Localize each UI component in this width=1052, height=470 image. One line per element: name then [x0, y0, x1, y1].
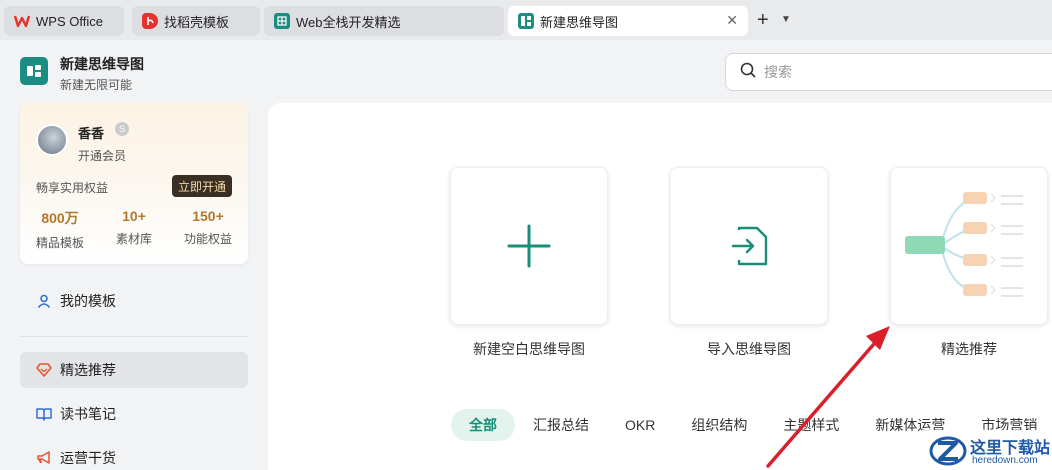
left-sidebar: 新建思维导图 新建无限可能 香香 S 开通会员 畅享实用权益 立即开通 800万…	[0, 40, 268, 470]
sidebar-item-featured[interactable]: 精选推荐	[20, 352, 248, 388]
stat-label: 精品模板	[35, 236, 84, 250]
featured-template-card[interactable]	[890, 167, 1048, 325]
stat-label: 功能权益	[183, 232, 232, 246]
sidebar-item-label: 运营干货	[60, 450, 116, 466]
sidebar-item-label: 精选推荐	[60, 362, 116, 378]
mindmap-app-logo-icon	[20, 57, 48, 85]
stat-benefits[interactable]: 150+ 功能权益	[173, 208, 243, 247]
search-input[interactable]	[764, 64, 1024, 80]
megaphone-icon	[36, 450, 52, 466]
benefit-text: 畅享实用权益	[36, 181, 109, 195]
tab-label: 找稻壳模板	[164, 14, 230, 30]
watermark-logo-icon	[929, 436, 967, 466]
wps-logo-icon	[14, 13, 30, 29]
card-label: 新建空白思维导图	[473, 341, 585, 357]
card-label: 精选推荐	[941, 341, 997, 357]
import-file-icon	[731, 226, 768, 266]
import-mindmap-card[interactable]	[670, 167, 828, 325]
member-badge-icon: S	[115, 122, 129, 136]
tab-docer-templates[interactable]: 找稻壳模板	[132, 6, 260, 36]
member-status[interactable]: 开通会员	[78, 147, 126, 164]
filter-org-structure[interactable]: 组织结构	[673, 409, 765, 441]
sidebar-item-label: 我的模板	[60, 293, 116, 309]
tab-label: 新建思维导图	[540, 14, 619, 30]
watermark: 这里下载站 heredown.com	[922, 430, 1052, 470]
new-blank-mindmap-card[interactable]	[450, 167, 608, 325]
diamond-icon	[36, 362, 52, 378]
filter-report-summary[interactable]: 汇报总结	[515, 409, 607, 441]
sidebar-item-reading-notes[interactable]: 读书笔记	[20, 396, 248, 432]
user-icon	[36, 293, 52, 309]
filter-okr[interactable]: OKR	[607, 409, 673, 441]
sidebar-item-label: 读书笔记	[60, 406, 116, 422]
filter-all[interactable]: 全部	[451, 409, 515, 441]
tab-label: WPS Office	[36, 13, 103, 29]
watermark-url: heredown.com	[972, 455, 1038, 466]
spreadsheet-doc-icon	[274, 13, 290, 29]
main-content: 新建空白思维导图 导入思维导图 精选推荐 全部 汇报总结 OKR 组织结构 主题…	[268, 103, 1052, 470]
chevron-down-icon[interactable]: ▼	[781, 14, 791, 25]
book-icon	[36, 406, 52, 422]
mindmap-doc-icon	[518, 13, 534, 29]
tab-web-fullstack[interactable]: Web全栈开发精选	[264, 6, 504, 36]
app-subtitle: 新建无限可能	[60, 78, 133, 92]
docer-icon	[142, 13, 158, 29]
stat-materials[interactable]: 10+ 素材库	[99, 208, 169, 247]
sidebar-item-my-templates[interactable]: 我的模板	[20, 283, 248, 319]
stat-value: 150+	[192, 208, 224, 224]
card-label: 导入思维导图	[707, 341, 791, 357]
stat-value: 800万	[41, 210, 79, 226]
vip-card: 香香 S 开通会员 畅享实用权益 立即开通 800万 精品模板 10+ 素材库 …	[20, 103, 248, 264]
mindmap-preview	[905, 192, 1023, 297]
plus-icon	[507, 224, 551, 268]
search-box[interactable]	[725, 53, 1052, 91]
stat-value: 10+	[122, 208, 146, 224]
tab-new-mindmap[interactable]: 新建思维导图 ✕	[508, 6, 748, 36]
search-icon	[740, 62, 756, 83]
close-icon[interactable]: ✕	[726, 12, 738, 29]
new-tab-plus-icon[interactable]: +	[757, 10, 769, 30]
user-name: 香香	[78, 126, 105, 141]
stat-label: 素材库	[115, 232, 152, 246]
sidebar-item-operations[interactable]: 运营干货	[20, 440, 248, 470]
stat-templates[interactable]: 800万 精品模板	[25, 208, 95, 251]
filter-theme-style[interactable]: 主题样式	[765, 409, 857, 441]
browser-tab-bar: WPS Office 找稻壳模板 Web全栈开发精选 新建思维导图 ✕ + ▼	[0, 0, 1052, 40]
tab-wps-office[interactable]: WPS Office	[4, 6, 124, 36]
avatar[interactable]	[36, 124, 68, 156]
app-title: 新建思维导图	[60, 56, 144, 72]
tab-label: Web全栈开发精选	[296, 14, 401, 30]
open-vip-button[interactable]: 立即开通	[172, 175, 232, 197]
sidebar-divider	[20, 336, 248, 337]
